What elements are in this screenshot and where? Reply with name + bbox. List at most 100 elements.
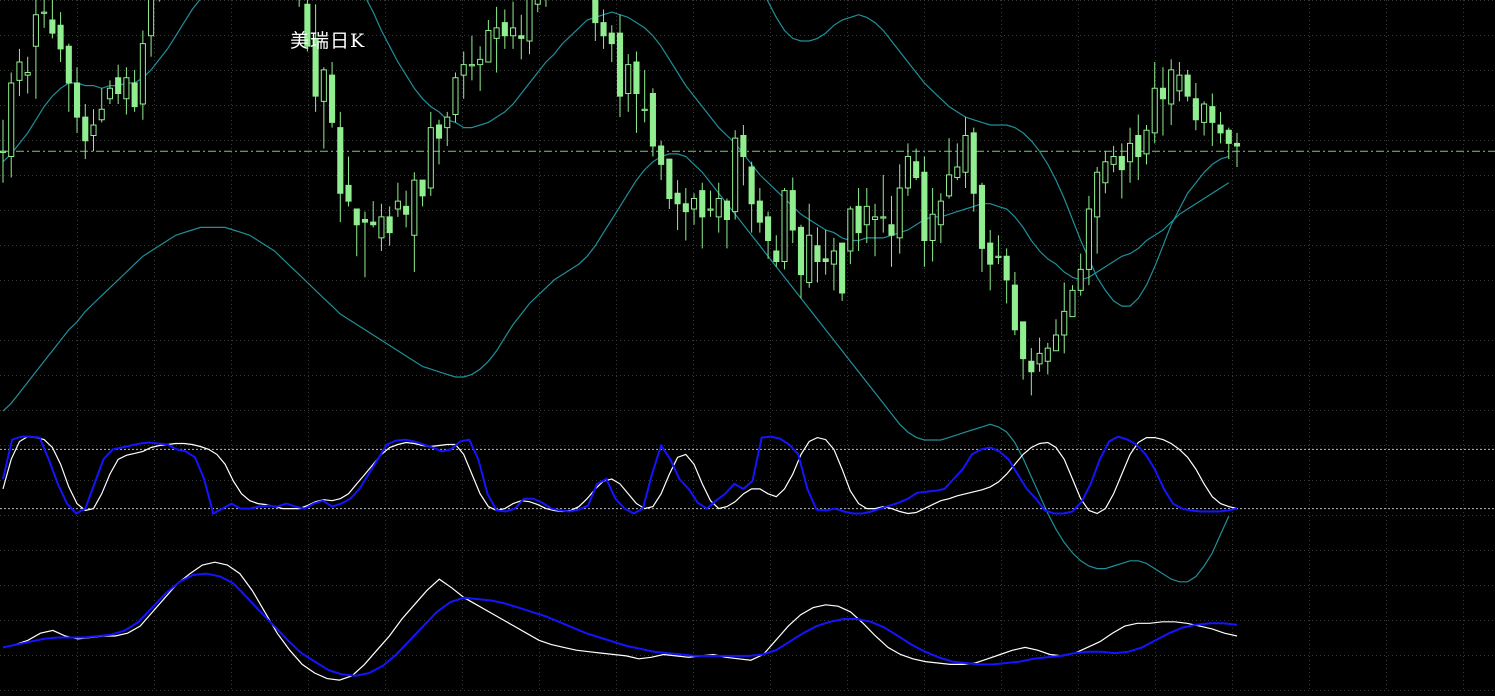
candle-body-up (1176, 74, 1183, 92)
candle-body-up (806, 234, 813, 283)
candle-body-up (534, 0, 541, 5)
chart-title: 美瑞日K (290, 30, 366, 52)
candle-body-up (995, 255, 1002, 258)
candle-body-up (1069, 289, 1076, 318)
candle-body-down (888, 224, 895, 236)
candle-body-up (863, 205, 870, 226)
candle-body-down (592, 0, 599, 24)
candle-body-up (904, 156, 911, 189)
bollinger-upper-line (766, 0, 1229, 307)
candle-body-down (435, 124, 443, 139)
candle-body-down (773, 250, 780, 262)
candle-body-up (452, 77, 459, 115)
candle-body-down (501, 22, 508, 37)
candle-body-up (123, 77, 130, 100)
candle-body-down (913, 161, 920, 178)
candle-body-down (345, 184, 352, 202)
macd-fast-line (2, 561, 1238, 681)
candle-body-down (1217, 124, 1224, 134)
candle-body-down (518, 35, 525, 39)
candle-body-down (756, 200, 763, 223)
chart-canvas (0, 0, 1495, 692)
candle-body-down (666, 158, 673, 199)
candle-body-down (1003, 255, 1010, 281)
candle-body-down (73, 82, 81, 118)
candle-body-down (921, 171, 928, 241)
candle-body-up (493, 27, 500, 39)
candle-body-down (1135, 135, 1142, 157)
candle-body-down (970, 132, 977, 194)
candle-body-up (641, 108, 648, 111)
candle-body-down (658, 145, 665, 165)
candle-body-up (1168, 69, 1175, 105)
candle-body-down (337, 127, 344, 194)
candle-body-up (510, 27, 517, 37)
candle-body-up (1201, 103, 1208, 123)
candle-body-up (1077, 268, 1084, 291)
candle-body-down (978, 184, 986, 249)
candle-body-down (419, 179, 426, 197)
candle-body-down (987, 242, 994, 265)
candle-body-down (616, 32, 624, 97)
candle-body-up (1151, 87, 1158, 134)
candle-body-down (57, 24, 64, 50)
candle-body-up (625, 64, 632, 94)
candle-body-down (682, 203, 689, 213)
candle-body-up (1143, 129, 1150, 155)
candle-body-up (468, 64, 475, 67)
candle-body-down (131, 82, 138, 108)
candle-body-up (1094, 171, 1101, 218)
candle-body-down (822, 258, 829, 262)
candle-body-up (444, 116, 451, 129)
candle-body-up (707, 208, 714, 211)
candle-body-down (386, 216, 393, 234)
candle-body-up (847, 208, 854, 252)
candle-body-up (1085, 208, 1092, 270)
candle-body-down (649, 93, 656, 147)
candle-body-down (1011, 284, 1018, 331)
candle-body-down (740, 135, 747, 157)
candle-body-up (1061, 310, 1068, 336)
candle-body-down (361, 219, 369, 223)
candle-body-up (946, 174, 953, 197)
candle-body-down (814, 245, 821, 262)
candlesticks (0, 0, 1241, 396)
candle-body-up (41, 11, 48, 14)
candle-body-down (1233, 142, 1241, 147)
macd-signal-line (2, 572, 1238, 677)
candle-body-down (82, 116, 89, 142)
candle-body-up (477, 58, 484, 66)
candle-body-up (1044, 347, 1051, 362)
candle-body-up (8, 82, 15, 157)
candle-body-down (329, 74, 336, 123)
candle-body-up (32, 14, 39, 47)
candle-body-down (608, 32, 615, 45)
candle-body-down (797, 226, 805, 276)
candle-body-up (1127, 142, 1134, 163)
oscillator-slow-line (2, 435, 1238, 515)
oscillator-panel (0, 435, 1495, 515)
candle-body-up (98, 108, 105, 121)
candle-body-up (954, 166, 961, 178)
candle-body-up (394, 200, 401, 210)
candle-body-down (370, 221, 377, 226)
candle-body-up (106, 87, 113, 100)
candle-body-down (699, 190, 706, 218)
candle-body-up (485, 30, 492, 63)
candle-body-down (600, 22, 607, 37)
bollinger-middle-line (2, 0, 1230, 281)
candle-body-up (1110, 156, 1117, 165)
candle-body-down (1028, 360, 1035, 373)
candle-body-down (1209, 106, 1216, 123)
candle-body-up (781, 190, 788, 262)
candle-body-up (526, 0, 533, 42)
candle-body-up (896, 187, 903, 239)
candle-body-up (460, 64, 467, 76)
candle-body-up (830, 250, 837, 265)
candle-body-down (633, 61, 640, 94)
candle-body-down (1118, 156, 1125, 171)
candle-body-down (723, 200, 730, 220)
oscillator-fast-line (2, 435, 1238, 515)
candle-body-up (1052, 334, 1060, 352)
candle-body-down (1192, 98, 1199, 121)
